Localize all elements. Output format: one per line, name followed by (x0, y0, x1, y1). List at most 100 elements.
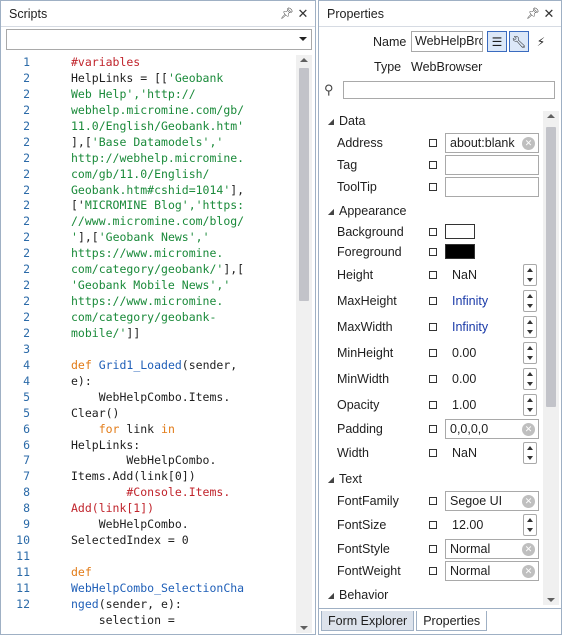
script-selector-combo[interactable] (6, 29, 312, 50)
binding-marker[interactable] (429, 545, 437, 553)
code-token: com/gb/11.0/English/ (71, 166, 210, 181)
code-token: ],[ (77, 230, 99, 245)
code-token: WebHelpCombo_SelectionCha (71, 580, 245, 595)
code-token: Clear() (71, 405, 120, 420)
category-behavior[interactable]: ◢ Behavior (319, 584, 543, 605)
fontfamily-field[interactable]: Segoe UI ✕ (445, 491, 539, 511)
collapse-icon[interactable]: ◢ (323, 207, 339, 216)
scroll-down-icon[interactable] (547, 598, 555, 602)
code-line: WebHelpCombo.Items. (71, 390, 296, 406)
clear-icon[interactable]: ✕ (522, 495, 535, 508)
line-number: 2 (23, 198, 30, 213)
binding-marker[interactable] (429, 349, 437, 357)
code-token: com/category/geobank/' (71, 262, 224, 277)
code-line: Add(link[1]) (71, 501, 296, 517)
maxwidth-value[interactable]: Infinity (452, 320, 488, 334)
property-search-input[interactable] (343, 81, 555, 99)
width-value[interactable]: NaN (452, 446, 477, 460)
scroll-up-icon[interactable] (547, 114, 555, 118)
clear-icon[interactable]: ✕ (522, 423, 535, 436)
pin-icon[interactable]: 📌︎ (279, 7, 295, 20)
categorized-view-button[interactable]: ☰ (487, 31, 507, 52)
tooltip-field[interactable] (445, 177, 539, 197)
binding-marker[interactable] (429, 323, 437, 331)
line-number: 6 (23, 421, 30, 436)
code-line: com/gb/11.0/English/ (71, 167, 296, 183)
fontsize-value[interactable]: 12.00 (452, 518, 483, 532)
category-appearance[interactable]: ◢ Appearance (319, 200, 543, 222)
background-color-swatch[interactable] (445, 224, 475, 239)
properties-view-button[interactable]: 🔧︎ (509, 31, 529, 52)
code-token: webhelp.micromine.com/gb/ (71, 102, 245, 117)
category-text[interactable]: ◢ Text (319, 468, 543, 490)
binding-marker[interactable] (429, 425, 437, 433)
collapse-icon[interactable]: ◢ (323, 591, 339, 600)
scroll-down-icon[interactable] (300, 626, 308, 630)
fontsize-spinner[interactable] (523, 514, 537, 536)
line-number: 11 (16, 549, 30, 564)
collapse-icon[interactable]: ◢ (323, 475, 339, 484)
binding-marker[interactable] (429, 401, 437, 409)
padding-field[interactable]: 0,0,0,0 ✕ (445, 419, 539, 439)
code-text[interactable]: #variables HelpLinks = [['Geobank Web Help… (71, 55, 296, 629)
height-spinner[interactable] (523, 264, 537, 286)
maxheight-value[interactable]: Infinity (452, 294, 488, 308)
tab-form-explorer[interactable]: Form Explorer (321, 611, 415, 631)
address-field[interactable]: about:blank ✕ (445, 133, 539, 153)
fontweight-field[interactable]: Normal ✕ (445, 561, 539, 581)
opacity-value[interactable]: 1.00 (452, 398, 476, 412)
property-scroll-thumb[interactable] (546, 127, 556, 407)
name-field[interactable]: WebHelpBro (411, 31, 483, 52)
binding-marker[interactable] (429, 228, 437, 236)
fontstyle-field[interactable]: Normal ✕ (445, 539, 539, 559)
properties-panel-header: Properties 📌︎ ✕ (319, 1, 561, 27)
maxwidth-spinner[interactable] (523, 316, 537, 338)
tab-properties[interactable]: Properties (416, 611, 488, 631)
code-scroll-thumb[interactable] (299, 68, 309, 301)
binding-marker[interactable] (429, 521, 437, 529)
close-icon[interactable]: ✕ (295, 6, 311, 22)
code-token: Grid1_Loaded (98, 357, 182, 372)
code-line: e): (71, 374, 296, 390)
binding-marker[interactable] (429, 567, 437, 575)
binding-marker[interactable] (429, 375, 437, 383)
chevron-down-icon[interactable] (299, 37, 307, 41)
height-value[interactable]: NaN (452, 268, 477, 282)
list-icon: ☰ (491, 34, 503, 49)
binding-marker[interactable] (429, 271, 437, 279)
width-spinner[interactable] (523, 442, 537, 464)
maxheight-spinner[interactable] (523, 290, 537, 312)
line-number: 2 (23, 214, 30, 229)
binding-marker[interactable] (429, 497, 437, 505)
opacity-spinner[interactable] (523, 394, 537, 416)
binding-marker[interactable] (429, 183, 437, 191)
minwidth-spinner[interactable] (523, 368, 537, 390)
line-number: 2 (23, 70, 30, 85)
clear-icon[interactable]: ✕ (522, 137, 535, 150)
clear-icon[interactable]: ✕ (522, 565, 535, 578)
code-vertical-scrollbar[interactable] (296, 55, 312, 633)
pin-icon[interactable]: 📌︎ (525, 7, 541, 20)
binding-marker[interactable] (429, 139, 437, 147)
code-token: https://www.micromine. (71, 294, 224, 309)
minheight-value[interactable]: 0.00 (452, 346, 476, 360)
collapse-icon[interactable]: ◢ (323, 117, 339, 126)
binding-marker[interactable] (429, 161, 437, 169)
close-icon[interactable]: ✕ (541, 6, 557, 22)
code-line: Clear() (71, 406, 296, 422)
binding-marker[interactable] (429, 449, 437, 457)
category-data[interactable]: ◢ Data (319, 110, 543, 132)
code-editor[interactable]: 1 2 2 2 2 2 2 2 2 2 2 2 2 2 2 2 2 2 3 4 4 5 5 6 6 7 7 8 8 9 10 11 11 11 12… (2, 55, 296, 633)
events-view-button[interactable]: ⚡︎ (531, 31, 551, 52)
code-token: Geobank.htm#cshid=1014' (71, 182, 231, 197)
minheight-spinner[interactable] (523, 342, 537, 364)
foreground-color-swatch[interactable] (445, 244, 475, 259)
scroll-up-icon[interactable] (300, 58, 308, 62)
tag-field[interactable] (445, 155, 539, 175)
minwidth-value[interactable]: 0.00 (452, 372, 476, 386)
property-grid-scrollbar[interactable] (543, 111, 559, 605)
clear-icon[interactable]: ✕ (522, 543, 535, 556)
code-line: http://webhelp.micromine. (71, 151, 296, 167)
binding-marker[interactable] (429, 297, 437, 305)
binding-marker[interactable] (429, 248, 437, 256)
